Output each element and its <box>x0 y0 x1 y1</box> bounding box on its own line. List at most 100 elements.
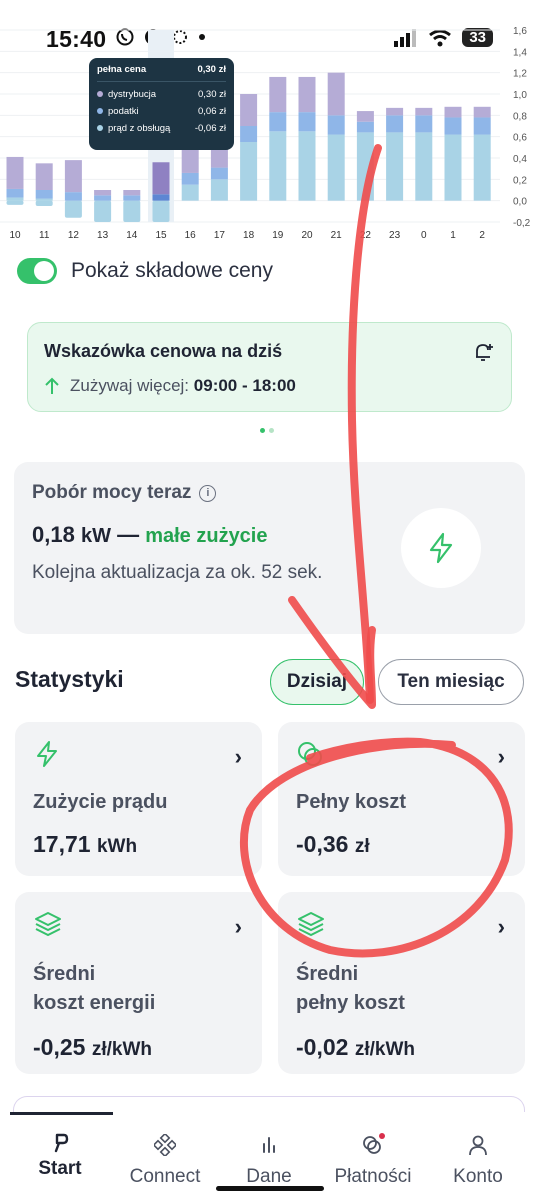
coins-icon <box>298 742 322 766</box>
chart-tooltip: pełna cena 0,30 zł dystrybucja 0,30 zł p… <box>89 58 234 150</box>
stat-label-line1: Średni <box>296 963 359 985</box>
bar-segment <box>94 195 112 201</box>
carousel-dot <box>260 428 265 433</box>
stat-unit: kWh <box>96 836 138 857</box>
bar-segment <box>152 162 170 195</box>
tab-today[interactable]: Dzisiaj <box>270 659 364 705</box>
x-tick-label: 2 <box>479 230 485 241</box>
nav-item-start[interactable]: Start <box>10 1128 110 1180</box>
power-dash: — <box>117 522 140 547</box>
bar-segment-negative <box>35 200 53 206</box>
stat-value-line: 17,71 kWh <box>33 831 244 858</box>
x-tick-label: 17 <box>214 230 226 241</box>
bar-segment <box>298 112 316 132</box>
bar-segment <box>152 194 170 201</box>
price-chart[interactable]: 1,6 1,4 1,2 1,0 0,8 0,6 0,4 0,2 0,0 -0,2 10 11 12 13 1… <box>0 0 539 250</box>
bar-segment <box>240 94 258 126</box>
hint-title: Wskazówka cenowa na dziś <box>44 341 283 361</box>
price-components-toggle[interactable] <box>17 258 57 284</box>
y-tick-label: 0,0 <box>513 197 527 208</box>
x-tick-label: 21 <box>331 230 343 241</box>
stat-card-full-cost[interactable]: › Pełny koszt -0,36 zł <box>278 722 525 876</box>
stat-unit: zł/kWh <box>91 1039 152 1060</box>
stat-card-avg-full-cost[interactable]: › Średni pełny koszt -0,02 zł/kWh <box>278 892 525 1074</box>
bar-segment <box>6 197 24 201</box>
y-tick-label: 1,4 <box>513 47 527 58</box>
nav-item-connect[interactable]: Connect <box>115 1130 215 1188</box>
bar-segment <box>415 107 433 116</box>
bar-segment <box>210 179 228 201</box>
y-tick-label: 0,8 <box>513 111 527 122</box>
stat-card-avg-energy-cost[interactable]: › Średni koszt energii -0,25 zł/kWh <box>15 892 262 1074</box>
nav-item-konto[interactable]: Konto <box>428 1130 528 1188</box>
bar-segment-negative <box>123 200 141 222</box>
toggle-knob <box>34 261 54 281</box>
bar-segment <box>473 106 491 118</box>
tooltip-title: pełna cena <box>97 64 147 75</box>
tooltip-row-value: 0,30 zł <box>198 89 226 100</box>
bar-segment <box>123 190 141 196</box>
bar-segment <box>269 112 287 132</box>
power-status: małe zużycie <box>145 525 268 547</box>
bar-segment <box>444 134 462 201</box>
bar-segment-negative <box>94 200 112 222</box>
hint-line: Zużywaj więcej: 09:00 - 18:00 <box>44 376 495 396</box>
bar-segment <box>444 106 462 118</box>
bar-segment <box>473 117 491 135</box>
bar-segment <box>64 160 82 193</box>
power-unit: kW <box>80 525 111 547</box>
bar-segment <box>35 163 53 190</box>
tooltip-row-label: dystrybucja <box>108 89 157 100</box>
bar-segment <box>94 190 112 196</box>
stats-title: Statystyki <box>15 666 124 692</box>
x-tick-label: 18 <box>243 230 255 241</box>
tooltip-row: prąd z obsługą -0,06 zł <box>97 120 226 137</box>
bell-plus-icon[interactable] <box>473 341 495 363</box>
x-tick-label: 20 <box>301 230 313 241</box>
bar-segment <box>269 76 287 113</box>
stat-value: -0,25 <box>33 1034 86 1060</box>
y-tick-label: -0,2 <box>513 218 531 229</box>
x-tick-label: 22 <box>360 230 372 241</box>
bar-segment <box>6 156 24 189</box>
info-icon[interactable]: i <box>199 484 217 502</box>
bar-segment <box>240 126 258 142</box>
tooltip-row-value: 0,06 zł <box>198 106 226 117</box>
connect-icon <box>154 1134 176 1156</box>
stat-value: -0,36 <box>296 831 349 857</box>
bar-segment <box>444 117 462 135</box>
price-hint-card[interactable]: Wskazówka cenowa na dziś Zużywaj więcej:… <box>27 322 512 412</box>
stat-label-line2: koszt energii <box>33 992 156 1014</box>
legend-dot-icon <box>97 125 103 131</box>
power-bolt-badge <box>401 508 481 588</box>
y-tick-label: 1,6 <box>513 26 527 37</box>
x-tick-label: 16 <box>185 230 197 241</box>
bar-segment-negative <box>6 200 24 205</box>
bar-segment <box>123 195 141 201</box>
hint-prefix: Zużywaj więcej: <box>70 376 190 395</box>
bar-segment <box>473 134 491 201</box>
stat-label-line1: Średni <box>33 963 96 985</box>
x-tick-label: 1 <box>450 230 456 241</box>
nav-item-dane[interactable]: Dane <box>219 1130 319 1188</box>
stat-value-line: -0,25 zł/kWh <box>33 1034 244 1061</box>
bar-segment-negative <box>152 200 170 222</box>
y-tick-label: 0,2 <box>513 175 527 186</box>
x-tick-label: 14 <box>126 230 138 241</box>
tooltip-row: podatki 0,06 zł <box>97 103 226 120</box>
power-value: 0,18 <box>32 522 75 547</box>
tab-this-month[interactable]: Ten miesiąc <box>378 659 524 705</box>
nav-item-platnosci[interactable]: Płatności <box>323 1130 423 1188</box>
bar-segment <box>356 121 374 133</box>
price-chart-svg: 1,61,41,21,00,80,60,40,20,0-0,210 11 12 13 1… <box>0 26 531 241</box>
chart-icon <box>263 1137 275 1153</box>
bar-segment <box>386 107 404 116</box>
bar-segment <box>210 167 228 180</box>
power-title: Pobór mocy teraz <box>32 482 192 503</box>
tooltip-total: 0,30 zł <box>197 64 226 75</box>
price-components-toggle-row[interactable]: Pokaż składowe ceny <box>17 258 273 284</box>
chevron-right-icon: › <box>497 914 505 939</box>
bar-segment <box>327 115 345 135</box>
bar-segment <box>35 198 53 201</box>
stat-card-consumption[interactable]: › Zużycie prądu 17,71 kWh <box>15 722 262 876</box>
